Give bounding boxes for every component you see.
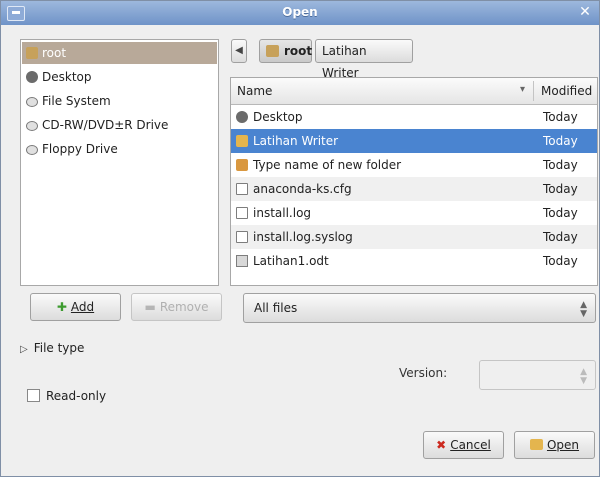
column-name-header[interactable]: Name [237,84,272,98]
file-name: Latihan Writer [253,134,339,148]
spinner-arrows-icon: ▲ ▼ [580,367,587,386]
file-row[interactable]: anaconda-ks.cfg Today [231,177,597,201]
file-name: Latihan1.odt [253,254,329,268]
place-label: File System [42,94,111,108]
checkbox-icon [27,389,40,402]
column-divider[interactable] [533,81,534,101]
place-item-desktop[interactable]: Desktop [22,66,217,88]
file-filter-value: All files [254,301,298,315]
file-name: install.log.syslog [253,230,353,244]
place-label: Floppy Drive [42,142,118,156]
path-crumb-root[interactable]: root [259,39,312,63]
drive-icon [26,121,38,131]
remove-button[interactable]: ▬ Remove [131,293,222,321]
file-name: install.log [253,206,312,220]
add-button[interactable]: ✚ Add [30,293,121,321]
drive-icon [26,145,38,155]
sort-down-icon: ▾ [520,84,526,95]
cancel-x-icon: ✖ [436,438,447,452]
file-name: Desktop [253,110,303,124]
desktop-icon [26,71,38,83]
title-bar: Open ✕ [1,1,599,25]
file-modified: Today [543,182,578,196]
cancel-button[interactable]: ✖ Cancel [423,431,504,459]
file-row[interactable]: Type name of new folder Today [231,153,597,177]
folder-icon [236,135,248,147]
remove-icon: ▬ [144,300,156,314]
add-label: Add [70,300,95,314]
window-title: Open [282,5,318,19]
file-list[interactable]: Name ▾ Modified Desktop Today Latihan Wr… [230,77,598,286]
version-select[interactable]: ▲ ▼ [479,360,596,390]
add-icon: ✚ [56,300,67,314]
places-pane: root Desktop File System CD-RW/DVD±R Dri… [20,39,219,286]
file-modified: Today [543,254,578,268]
read-only-checkbox[interactable]: Read-only [27,389,106,403]
expander-triangle-icon: ▷ [20,344,28,355]
file-list-header: Name ▾ Modified [231,78,597,105]
open-button[interactable]: Open [514,431,595,459]
open-label: Open [546,438,580,452]
file-modified: Today [543,110,578,124]
file-modified: Today [543,230,578,244]
file-modified: Today [543,158,578,172]
read-only-label: Read-only [46,389,107,403]
drive-icon [26,97,38,107]
place-item-floppy-drive[interactable]: Floppy Drive [22,138,217,160]
place-item-file-system[interactable]: File System [22,90,217,112]
file-type-expander[interactable]: ▷ File type [20,341,84,355]
folder-edit-icon [236,159,248,171]
file-name: anaconda-ks.cfg [253,182,352,196]
file-row[interactable]: install.log Today [231,201,597,225]
file-row[interactable]: install.log.syslog Today [231,225,597,249]
file-modified: Today [543,134,578,148]
open-folder-icon [529,439,543,450]
crumb-label: Latihan Writer [322,44,367,80]
place-label: root [42,46,67,60]
document-icon [236,231,248,243]
home-folder-icon [26,47,38,59]
close-icon[interactable]: ✕ [577,5,593,20]
column-modified-header[interactable]: Modified [541,84,592,98]
file-filter-select[interactable]: All files ▲ ▼ [243,293,596,323]
open-dialog: Open ✕ root Desktop File System CD-RW/DV… [0,0,600,477]
version-label: Version: [399,366,448,380]
cancel-label: Cancel [450,438,491,452]
home-folder-icon [266,45,279,57]
place-label: Desktop [42,70,92,84]
place-item-root[interactable]: root [22,42,217,64]
odt-document-icon [236,255,248,267]
document-icon [236,183,248,195]
path-back-button[interactable]: ◀ [231,39,247,63]
desktop-icon [236,111,248,123]
file-row[interactable]: Latihan Writer Today [231,129,597,153]
file-type-label: File type [33,341,85,355]
remove-label: Remove [159,300,209,314]
spinner-arrows-icon: ▲ ▼ [580,300,587,319]
crumb-label: root [284,44,313,58]
place-label: CD-RW/DVD±R Drive [42,118,169,132]
place-item-cd-drive[interactable]: CD-RW/DVD±R Drive [22,114,217,136]
file-row[interactable]: Desktop Today [231,105,597,129]
document-icon [236,207,248,219]
file-row[interactable]: Latihan1.odt Today [231,249,597,273]
chevron-left-icon: ◀ [235,45,243,56]
path-crumb-latihan-writer[interactable]: Latihan Writer [315,39,413,80]
file-modified: Today [543,206,578,220]
file-name: Type name of new folder [253,158,402,172]
